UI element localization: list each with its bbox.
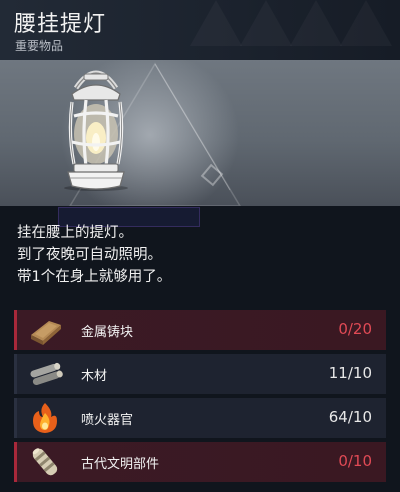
lantern-icon: [64, 70, 128, 191]
item-header: 腰挂提灯 重要物品: [0, 0, 400, 60]
description-line: 挂在腰上的提灯。: [17, 225, 133, 241]
material-name: 木材: [81, 369, 108, 384]
material-name: 喷火器官: [81, 413, 134, 428]
material-count: 0/10: [338, 452, 372, 470]
item-description: 挂在腰上的提灯。 到了夜晚可自动照明。 带1个在身上就够用了。: [17, 222, 387, 288]
ancient-part-icon: [32, 448, 58, 476]
material-count: 11/10: [328, 364, 372, 382]
flame-organ-icon: [33, 403, 57, 433]
material-name: 金属铸块: [81, 325, 134, 340]
material-row-wood[interactable]: 木材 11/10: [14, 354, 386, 394]
material-row-flame-organ[interactable]: 喷火器官 64/10: [14, 398, 386, 438]
description-line: 到了夜晚可自动照明。: [17, 247, 162, 263]
description-line: 带1个在身上就够用了。: [17, 269, 172, 285]
material-count: 0/20: [338, 320, 372, 338]
materials-list: 金属铸块 0/20 木材 11/10 喷火器官 64/10 古代文明部件 0/1…: [14, 310, 386, 486]
item-title: 腰挂提灯: [14, 12, 107, 37]
metal-ingot-icon: [31, 321, 61, 345]
item-category: 重要物品: [15, 39, 64, 53]
material-row-metal-ingot[interactable]: 金属铸块 0/20: [14, 310, 386, 350]
material-count: 64/10: [328, 408, 372, 426]
header-pattern: [190, 0, 242, 46]
material-row-ancient-part[interactable]: 古代文明部件 0/10: [14, 442, 386, 482]
wood-icon: [30, 362, 63, 386]
material-name: 古代文明部件: [81, 457, 160, 472]
